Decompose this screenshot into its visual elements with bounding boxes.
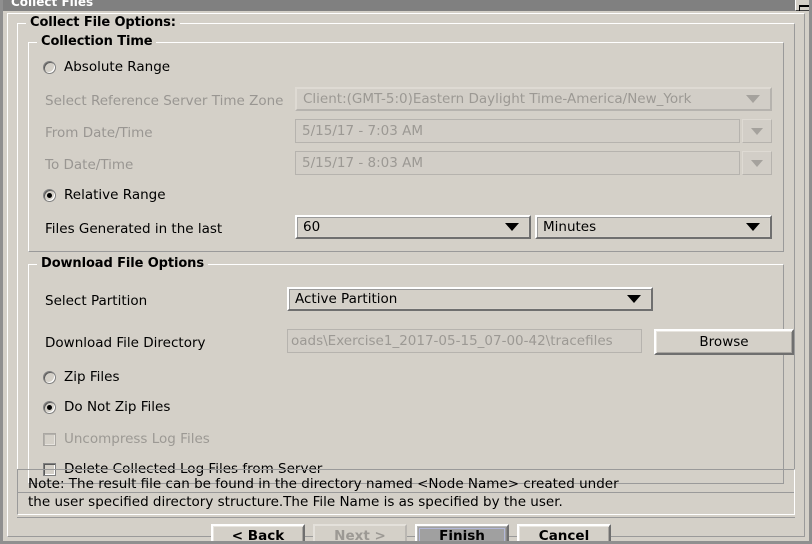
files-generated-unit-combo[interactable]: Minutes [535,215,772,239]
back-button-label: < Back [231,528,285,544]
browse-button-label: Browse [699,334,749,350]
from-datetime-combo[interactable]: 5/15/17 - 7:03 AM [295,119,772,143]
relative-range-radio[interactable]: Relative Range [43,187,166,203]
dialog-button-bar: < Back Next > Finish Cancel [17,517,795,544]
collect-file-options-group: Collect File Options: Collection Time Ab… [17,15,795,493]
timezone-value: Client:(GMT-5:0)Eastern Daylight Time-Am… [303,91,692,107]
from-datetime-value: 5/15/17 - 7:03 AM [295,119,740,143]
radio-indicator-do-not-zip [43,400,56,414]
select-partition-combo[interactable]: Active Partition [287,287,653,311]
files-generated-amount-combo[interactable]: 60 [295,215,531,239]
note-line-1: Note: The result file can be found in th… [28,476,619,492]
browse-button[interactable]: Browse [654,329,794,355]
to-datetime-dropdown-button[interactable] [742,151,772,175]
next-button-label: Next > [334,528,386,544]
download-directory-value: oads\Exercise1_2017-05-15_07-00-42\trace… [291,333,613,349]
from-datetime-dropdown-button[interactable] [742,119,772,143]
finish-button[interactable]: Finish [415,524,509,544]
collect-file-options-title: Collect File Options: [26,15,180,30]
zip-files-label: Zip Files [64,369,120,385]
select-partition-label: Select Partition [45,293,148,309]
radio-indicator-absolute [43,60,56,74]
cancel-button-label: Cancel [538,528,590,544]
files-generated-unit-value: Minutes [543,219,597,235]
checkbox-indicator-uncompress [43,432,56,446]
note-panel: Note: The result file can be found in th… [17,469,795,515]
chevron-down-icon [627,295,641,303]
absolute-range-label: Absolute Range [64,59,171,75]
download-directory-label: Download File Directory [45,335,206,351]
uncompress-log-files-checkbox: Uncompress Log Files [43,431,210,447]
collection-time-group: Collection Time Absolute Range Select Re… [28,34,784,252]
next-button: Next > [313,524,407,544]
window-titlebar[interactable]: Collect Files [3,0,809,13]
download-directory-input[interactable]: oads\Exercise1_2017-05-15_07-00-42\trace… [287,329,642,353]
radio-indicator-relative [43,188,56,202]
cancel-button[interactable]: Cancel [517,524,611,544]
files-generated-label: Files Generated in the last [45,221,223,237]
finish-button-label: Finish [439,528,485,544]
window-controls [795,0,809,13]
select-partition-value: Active Partition [295,291,398,307]
collect-files-dialog: Collect Files Collect File Options: Coll… [0,0,812,544]
chevron-down-icon [505,223,519,231]
chevron-down-icon [746,95,760,103]
uncompress-log-files-label: Uncompress Log Files [64,431,210,447]
zip-files-radio[interactable]: Zip Files [43,369,119,385]
absolute-range-radio[interactable]: Absolute Range [43,59,170,75]
dialog-content: Collect File Options: Collection Time Ab… [3,11,809,541]
timezone-label: Select Reference Server Time Zone [45,93,284,109]
restore-window-icon[interactable] [795,0,809,13]
collection-time-title: Collection Time [37,34,157,49]
relative-range-label: Relative Range [64,187,166,203]
chevron-down-icon [751,127,763,135]
timezone-combo[interactable]: Client:(GMT-5:0)Eastern Daylight Time-Am… [295,87,772,111]
note-line-2: the user specified directory structure.T… [28,494,563,510]
chevron-down-icon [746,223,760,231]
window-title: Collect Files [11,0,94,9]
download-file-options-title: Download File Options [37,256,208,271]
chevron-down-icon [751,159,763,167]
files-generated-amount-value: 60 [303,219,321,235]
back-button[interactable]: < Back [211,524,305,544]
do-not-zip-files-label: Do Not Zip Files [64,399,171,415]
do-not-zip-files-radio[interactable]: Do Not Zip Files [43,399,170,415]
to-datetime-combo[interactable]: 5/15/17 - 8:03 AM [295,151,772,175]
download-file-options-group: Download File Options Select Partition A… [28,256,794,484]
to-datetime-label: To Date/Time [45,157,134,173]
to-datetime-value: 5/15/17 - 8:03 AM [295,151,740,175]
from-datetime-label: From Date/Time [45,125,153,141]
radio-indicator-zip [43,370,56,384]
